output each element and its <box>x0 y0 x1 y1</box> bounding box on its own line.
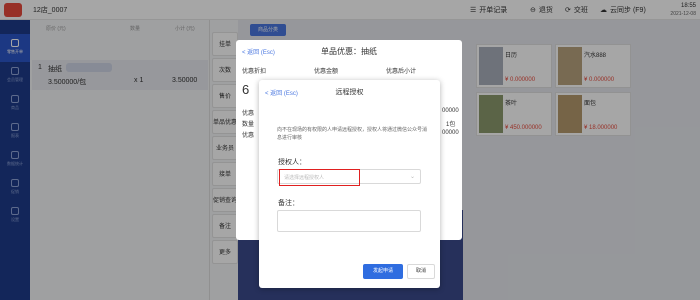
back-button[interactable]: < 返回 (Esc) <box>242 47 275 56</box>
auth-description: 向不在现场的有权限的人申请远程授权，授权人将通过微信公众号消息进行审核 <box>277 127 428 141</box>
back-button[interactable]: < 返回 (Esc) <box>265 88 298 97</box>
remark-label: 备注： <box>278 200 299 207</box>
discount-value[interactable]: 6 <box>242 82 249 97</box>
cancel-button[interactable]: 取消 <box>407 264 435 279</box>
remark-input[interactable] <box>277 210 421 232</box>
chevron-down-icon: ⌄ <box>409 174 415 180</box>
highlight-box <box>279 169 360 186</box>
authorizer-label: 授权人： <box>278 159 306 166</box>
submit-request-button[interactable]: 发起申请 <box>363 264 403 279</box>
